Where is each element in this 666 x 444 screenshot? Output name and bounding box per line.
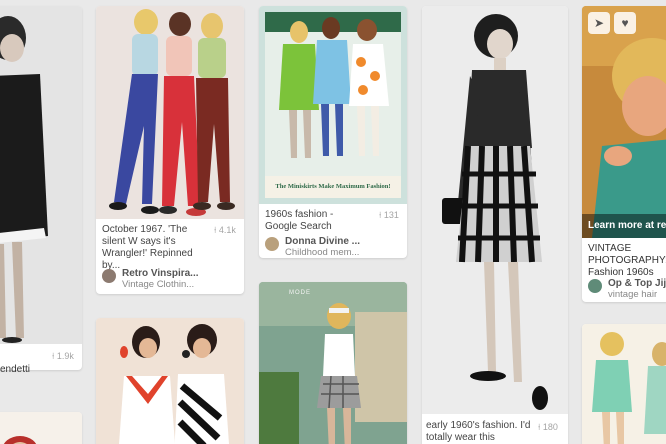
pinner-info[interactable]: Retro Vinspira... Vintage Clothin... — [102, 268, 199, 290]
pin-image-col5-bottom[interactable] — [582, 324, 666, 444]
pin-illustration-plaid-skirt — [259, 282, 407, 444]
pin-illustration-red-hat — [0, 412, 82, 444]
save-count-col1: ⍿ 1.9k — [52, 351, 74, 361]
pin-illustration-plaid-dress — [422, 6, 568, 414]
pin-card-col5-bottom[interactable] — [582, 324, 666, 444]
pin-caption-text: The Miniskirts Make Maximum Fashion! — [275, 183, 391, 190]
save-count: ⍿ 131 — [379, 210, 399, 220]
pin-illustration-pattern-dresses — [582, 324, 666, 444]
pinner-name[interactable]: Donna Divine ... — [285, 236, 360, 247]
save-count: ⍿ 180 — [538, 422, 558, 432]
avatar[interactable] — [265, 237, 279, 251]
like-button[interactable]: ♥ — [614, 12, 636, 34]
pin-image-miniskirts[interactable]: The Miniskirts Make Maximum Fashion! — [259, 6, 407, 204]
pin-card-vintage-photography[interactable]: Learn more at ret ➤ ♥ VINTAGE PHOTOGRAPH… — [582, 6, 666, 302]
pin-description: early 1960's fashion. I'd totally wear t… — [426, 420, 531, 443]
pin-illustration-wrangler — [96, 6, 244, 219]
send-icon: ➤ — [593, 16, 605, 30]
pinner-name[interactable]: Op & Top Jij — [608, 278, 666, 289]
pin-illustration-coat — [0, 6, 82, 344]
pin-illustration-vintage-hair — [582, 6, 666, 238]
pinner-board[interactable]: vintage hair — [608, 289, 666, 300]
pinner-name[interactable]: Retro Vinspira... — [122, 268, 199, 279]
save-count: ⍿ 4.1k — [214, 225, 236, 235]
pinner-info[interactable]: Donna Divine ... Childhood mem... — [265, 236, 360, 258]
pin-card-early-1960s[interactable]: early 1960's fashion. I'd totally wear t… — [422, 6, 568, 444]
pin-image-vintage-photography[interactable]: Learn more at ret — [582, 6, 666, 238]
pin-image-early-1960s[interactable] — [422, 6, 568, 414]
pinner-board[interactable]: Childhood mem... — [285, 247, 360, 258]
pin-card-plaid-skirt[interactable]: MODE — [259, 282, 407, 444]
pin-image-plaid-skirt[interactable]: MODE — [259, 282, 407, 444]
avatar[interactable] — [102, 269, 116, 283]
pin-description: 1960s fashion - Google Search — [265, 209, 334, 232]
pin-image-bw-coat[interactable] — [0, 6, 82, 344]
pinner-board[interactable]: Vintage Clothin... — [122, 279, 199, 290]
learn-more-cta[interactable]: Learn more at ret — [582, 214, 666, 238]
pin-card-mod-dresses[interactable] — [96, 318, 244, 444]
pin-illustration-mod-dresses — [96, 318, 244, 444]
pin-card-wrangler[interactable]: October 1967. 'The silent W says it's Wr… — [96, 6, 244, 294]
pin-image-col1-bottom[interactable] — [0, 412, 82, 444]
pin-description-col1: endetti — [0, 364, 31, 375]
pin-illustration-miniskirts — [259, 6, 407, 204]
pin-card-miniskirts[interactable]: The Miniskirts Make Maximum Fashion! 196… — [259, 6, 407, 258]
pin-image-mod-dresses[interactable] — [96, 318, 244, 444]
sign-text: MODE — [289, 290, 311, 296]
heart-icon: ♥ — [621, 16, 629, 30]
pin-card-col1[interactable]: ⍿ 1.9k — [0, 6, 82, 370]
pin-description: VINTAGE PHOTOGRAPHY: Fashion 1960s — [588, 243, 666, 278]
avatar[interactable] — [588, 279, 602, 293]
send-button[interactable]: ➤ — [588, 12, 610, 34]
pin-card-col1-bottom[interactable] — [0, 412, 82, 444]
pin-description: October 1967. 'The silent W says it's Wr… — [102, 224, 193, 271]
pinner-info[interactable]: Op & Top Jij vintage hair — [588, 278, 666, 300]
pin-image-wrangler[interactable] — [96, 6, 244, 219]
